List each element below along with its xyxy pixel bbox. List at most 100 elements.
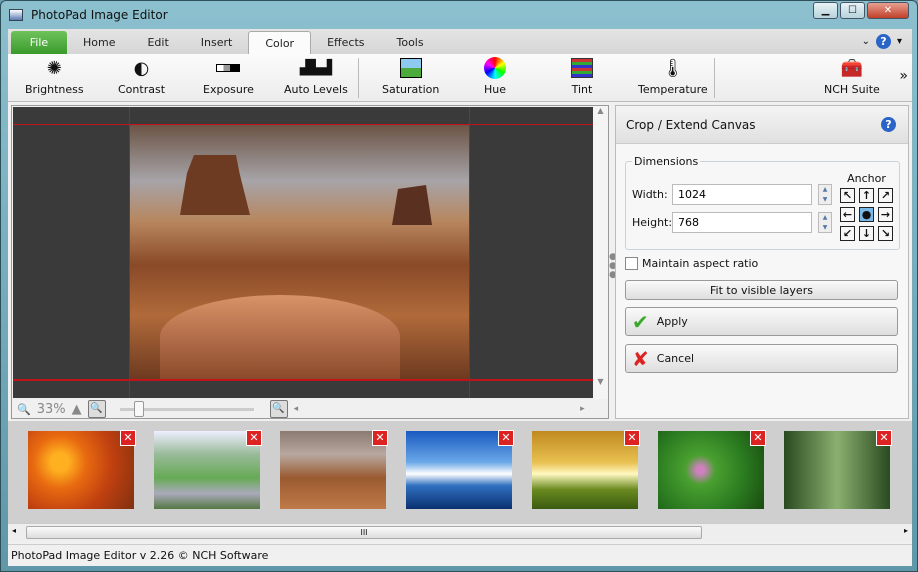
- cancel-label: Cancel: [656, 352, 695, 365]
- zoom-slider[interactable]: [119, 400, 254, 417]
- zoom-out-button[interactable]: 🔍: [87, 400, 106, 418]
- thumbnail-ocean-pier[interactable]: ✕: [406, 430, 514, 509]
- zoom-fit-icon[interactable]: ▲: [72, 402, 82, 417]
- auto-levels-icon: ▟▙▟: [299, 60, 333, 76]
- anchor-center[interactable]: ●: [859, 207, 874, 222]
- anchor-label: Anchor: [847, 172, 886, 185]
- photo-desert-buttes: [130, 125, 469, 379]
- remove-thumbnail-icon[interactable]: ✕: [750, 430, 766, 446]
- tab-tools[interactable]: Tools: [380, 31, 439, 54]
- thumbnail-stream[interactable]: ✕: [154, 430, 262, 509]
- panel-splitter[interactable]: ● ● ●: [609, 253, 617, 280]
- saturation-label: Saturation: [382, 83, 440, 96]
- zoom-in-button[interactable]: 🔍: [269, 400, 288, 418]
- maintain-aspect-checkbox[interactable]: Maintain aspect ratio: [625, 257, 758, 270]
- auto-levels-button[interactable]: ▟▙▟ Auto Levels: [284, 56, 348, 96]
- checkmark-icon: ✔: [632, 309, 649, 334]
- apply-button[interactable]: ✔ Apply: [625, 307, 898, 336]
- remove-thumbnail-icon[interactable]: ✕: [624, 430, 640, 446]
- anchor-selector: Anchor ↖ ↑ ↗ ← ● → ↙ ↓ ↘: [840, 172, 893, 241]
- tab-color[interactable]: Color: [248, 31, 312, 54]
- contrast-button[interactable]: ◐ Contrast: [118, 56, 165, 97]
- anchor-top-left[interactable]: ↖: [840, 188, 855, 203]
- panel-help-icon[interactable]: ?: [881, 117, 896, 132]
- horizontal-scroll-right[interactable]: ▸: [580, 404, 585, 414]
- minimize-button[interactable]: ▁: [813, 2, 838, 19]
- anchor-bottom[interactable]: ↓: [859, 226, 874, 241]
- hue-label: Hue: [483, 83, 506, 96]
- scrollbar-thumb[interactable]: III: [26, 526, 702, 539]
- anchor-left[interactable]: ←: [840, 207, 855, 222]
- magnifier-icon: 🔍: [17, 402, 31, 416]
- anchor-bottom-right[interactable]: ↘: [878, 226, 893, 241]
- maintain-aspect-label: Maintain aspect ratio: [642, 257, 759, 270]
- anchor-right[interactable]: →: [878, 207, 893, 222]
- nch-suite-label: NCH Suite: [824, 83, 880, 96]
- thumbnail-forest-path[interactable]: ✕: [784, 430, 892, 509]
- tint-label: Tint: [571, 83, 593, 96]
- crop-guide-top[interactable]: [13, 124, 593, 125]
- help-icon[interactable]: ?: [875, 34, 891, 49]
- height-spinner[interactable]: ▲ ▼: [818, 212, 832, 233]
- toolbar-divider: [714, 58, 715, 98]
- hue-button[interactable]: Hue: [483, 56, 507, 96]
- maximize-button[interactable]: ☐: [840, 2, 865, 19]
- toolbar: ✺ Brightness ◐ Contrast Exposure ▟▙▟ Auto L…: [8, 54, 912, 102]
- status-bar: PhotoPad Image Editor v 2.26 © NCH Softw…: [8, 544, 912, 566]
- nch-suite-button[interactable]: 🧰 NCH Suite: [824, 56, 880, 97]
- fit-label: Fit to visible layers: [710, 283, 813, 297]
- contrast-icon: ◐: [133, 57, 150, 79]
- brightness-button[interactable]: ✺ Brightness: [25, 56, 84, 97]
- image-canvas[interactable]: [13, 107, 593, 398]
- thumbnail-flowers[interactable]: ✕: [28, 430, 136, 509]
- remove-thumbnail-icon[interactable]: ✕: [876, 430, 892, 446]
- crop-guide-right[interactable]: [469, 107, 470, 398]
- nch-suite-icon: 🧰: [840, 57, 864, 79]
- thumbnail-green-flowers[interactable]: ✕: [658, 430, 766, 509]
- exposure-button[interactable]: Exposure: [203, 56, 254, 96]
- crop-guide-left[interactable]: [129, 107, 130, 398]
- tab-home[interactable]: Home: [67, 31, 131, 54]
- saturation-button[interactable]: Saturation: [382, 56, 439, 96]
- cancel-button[interactable]: ✘ Cancel: [625, 344, 898, 373]
- brightness-label: Brightness: [25, 83, 84, 96]
- exposure-icon: [216, 56, 241, 80]
- tab-insert[interactable]: Insert: [185, 31, 249, 54]
- toolbar-divider: [358, 58, 359, 98]
- tab-edit[interactable]: Edit: [131, 31, 184, 54]
- apply-label: Apply: [656, 315, 688, 328]
- horizontal-scroll-left[interactable]: ◂: [294, 404, 299, 414]
- anchor-bottom-left[interactable]: ↙: [840, 226, 855, 241]
- vertical-scrollbar[interactable]: ▲ ▼: [593, 106, 608, 399]
- remove-thumbnail-icon[interactable]: ✕: [498, 430, 514, 446]
- temperature-label: Temperature: [638, 83, 708, 96]
- height-input[interactable]: [672, 212, 812, 233]
- fit-visible-layers-button[interactable]: Fit to visible layers: [625, 280, 898, 300]
- hue-icon: [483, 56, 507, 80]
- more-tools-chevron-icon[interactable]: »: [899, 68, 908, 84]
- app-window: PhotoPad Image Editor ▁ ☐ ✕ File Home Edit…: [0, 0, 918, 572]
- tint-button[interactable]: Tint: [570, 56, 594, 96]
- thumbnail-desert-buttes[interactable]: ✕: [280, 430, 388, 509]
- checkbox[interactable]: [625, 257, 638, 270]
- width-input[interactable]: [672, 184, 812, 205]
- temperature-button[interactable]: 🌡 Temperature: [638, 56, 708, 97]
- remove-thumbnail-icon[interactable]: ✕: [372, 430, 388, 446]
- width-spinner[interactable]: ▲ ▼: [818, 184, 832, 205]
- anchor-top-right[interactable]: ↗: [878, 188, 893, 203]
- remove-thumbnail-icon[interactable]: ✕: [120, 430, 136, 446]
- crop-guide-bottom[interactable]: [13, 379, 593, 381]
- tab-file[interactable]: File: [11, 31, 67, 54]
- thumbnail-scrollbar[interactable]: ◂ III ▸: [8, 523, 912, 541]
- anchor-top[interactable]: ↑: [859, 188, 874, 203]
- tab-effects[interactable]: Effects: [311, 31, 380, 54]
- chevron-down-icon[interactable]: ▾: [897, 36, 902, 47]
- ribbon-options-icon[interactable]: ⌄: [862, 36, 870, 47]
- dimensions-label: Dimensions: [632, 155, 701, 168]
- temperature-icon: 🌡: [661, 57, 685, 79]
- auto-levels-label: Auto Levels: [284, 83, 348, 96]
- thumbnail-autumn-tree[interactable]: ✕: [532, 430, 640, 509]
- close-button[interactable]: ✕: [867, 2, 909, 19]
- exposure-label: Exposure: [203, 83, 254, 96]
- remove-thumbnail-icon[interactable]: ✕: [246, 430, 262, 446]
